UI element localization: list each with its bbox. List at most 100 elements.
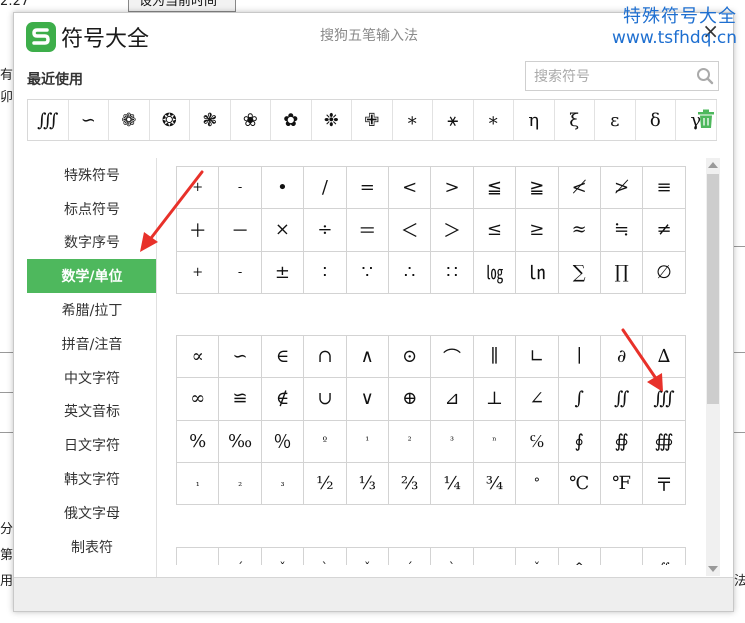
recent-symbol[interactable]: ε (595, 100, 636, 140)
symbol-cell[interactable]: ∝ (177, 336, 220, 379)
symbol-cell[interactable]: ≮ (558, 167, 601, 210)
trash-icon[interactable] (697, 109, 715, 129)
category-item[interactable]: 韩文字符 (27, 462, 157, 496)
recent-symbol[interactable]: ξ (555, 100, 595, 140)
symbol-cell[interactable]: ＜ (388, 209, 432, 252)
symbol-cell[interactable]: ℉ (600, 462, 644, 506)
symbol-cell[interactable]: ˇ (262, 548, 305, 565)
symbol-cell[interactable]: ＋ (177, 209, 220, 252)
symbol-cell[interactable]: ∵ (346, 251, 389, 294)
symbol-cell[interactable]: ∪ (304, 378, 347, 421)
symbol-cell[interactable]: ∠ (516, 378, 559, 421)
symbol-cell[interactable]: ∬ (643, 548, 686, 565)
category-item[interactable]: 数字序号 (27, 226, 157, 260)
symbol-cell[interactable]: ¼ (431, 462, 474, 506)
symbol-cell[interactable]: － (219, 209, 262, 252)
recent-symbol[interactable]: ⚹ (433, 100, 474, 140)
recent-symbol[interactable]: ❀ (231, 100, 271, 140)
symbol-cell[interactable]: ± (261, 251, 305, 294)
symbol-cell[interactable]: ⁿ (473, 420, 517, 463)
symbol-cell[interactable]: • (261, 167, 305, 210)
recent-symbol[interactable]: ∗ (393, 100, 433, 140)
symbol-cell[interactable]: ∰ (643, 420, 686, 463)
symbol-cell[interactable]: ≈ (558, 209, 601, 252)
symbol-cell[interactable]: > (431, 167, 474, 210)
symbol-cell[interactable]: ∷ (431, 251, 474, 294)
symbol-cell[interactable]: ÷ (304, 209, 347, 252)
symbol-cell[interactable]: ≌ (219, 378, 262, 421)
recent-symbol[interactable]: ∽ (69, 100, 109, 140)
symbol-cell[interactable]: ∉ (261, 378, 305, 421)
recent-symbol[interactable]: δ (636, 100, 676, 140)
recent-symbol[interactable]: η (514, 100, 555, 140)
symbol-cell[interactable]: º (304, 420, 347, 463)
symbol-cell[interactable]: ∴ (388, 251, 432, 294)
symbol-cell[interactable]: ㏑ (516, 251, 559, 294)
symbol-cell[interactable]: ∩ (304, 336, 347, 379)
symbol-cell[interactable]: ≯ (600, 167, 644, 210)
symbol-cell[interactable]: / (304, 167, 347, 210)
symbol-cell[interactable]: ∶ (304, 251, 347, 294)
symbol-cell[interactable]: ∮ (558, 420, 601, 463)
symbol-cell[interactable]: ∧ (346, 336, 389, 379)
symbol-cell[interactable]: ⊙ (388, 336, 432, 379)
symbol-cell[interactable]: ≡ (643, 167, 686, 210)
symbol-cell[interactable]: ％ (261, 420, 305, 463)
symbol-cell[interactable]: ∈ (261, 336, 305, 379)
category-item[interactable]: 英文音标 (27, 395, 157, 429)
symbol-cell[interactable]: ⊥ (473, 378, 517, 421)
symbol-cell[interactable]: ∟ (516, 336, 559, 379)
symbol-cell[interactable]: ˊ (219, 548, 262, 565)
symbol-cell[interactable]: ^ (559, 548, 601, 565)
symbol-cell[interactable]: + (177, 251, 220, 294)
symbol-cell[interactable]: ≤ (473, 209, 517, 252)
recent-symbol[interactable]: ❉ (312, 100, 352, 140)
symbol-cell[interactable]: ∥ (473, 336, 517, 379)
symbol-cell[interactable]: ⌒ (431, 336, 474, 379)
symbol-cell[interactable]: ∯ (600, 420, 644, 463)
symbol-cell[interactable]: ℅ (516, 420, 559, 463)
symbol-cell[interactable]: ¾ (473, 462, 517, 506)
symbol-cell[interactable]: ⅓ (346, 462, 389, 506)
symbol-cell[interactable]: ∆ (643, 336, 686, 379)
symbol-cell[interactable]: ˋ (431, 548, 474, 565)
recent-symbol[interactable]: ∭ (28, 100, 69, 140)
symbol-cell[interactable]: ₁ (177, 462, 220, 506)
search-input[interactable] (526, 62, 686, 90)
recent-symbol[interactable]: ∗ (474, 100, 514, 140)
symbol-cell[interactable]: + (177, 167, 220, 210)
symbol-cell[interactable]: - (219, 167, 262, 210)
symbol-cell[interactable]: · (474, 548, 517, 565)
symbol-cell[interactable]: ℃ (558, 462, 601, 506)
symbol-cell[interactable]: < (388, 167, 432, 210)
symbol-cell[interactable]: ³ (431, 420, 474, 463)
symbol-cell[interactable]: ² (388, 420, 432, 463)
scroll-up-icon[interactable] (708, 162, 718, 168)
symbol-cell[interactable]: 〒 (643, 462, 686, 506)
symbol-cell[interactable]: ˊ (389, 548, 432, 565)
category-item[interactable]: 希腊/拉丁 (27, 293, 157, 327)
symbol-cell[interactable]: ˋ (304, 548, 347, 565)
symbol-cell[interactable]: ∑ (558, 251, 601, 294)
symbol-cell[interactable]: ＝ (346, 209, 389, 252)
category-item[interactable]: 数学/单位 (27, 259, 157, 294)
symbol-cell[interactable]: ∣ (558, 336, 601, 379)
recent-symbol[interactable]: ❂ (150, 100, 190, 140)
symbol-cell[interactable]: ⅔ (388, 462, 432, 506)
symbol-cell[interactable]: - (219, 251, 262, 294)
symbol-cell[interactable]: = (346, 167, 389, 210)
symbol-cell[interactable]: ∬ (600, 378, 644, 421)
search-icon[interactable] (696, 67, 714, 85)
symbol-cell[interactable]: ＞ (431, 209, 474, 252)
symbol-cell[interactable]: ∞ (177, 378, 220, 421)
symbol-cell[interactable]: ∭ (643, 378, 686, 421)
symbol-cell[interactable]: ₃ (261, 462, 305, 506)
recent-symbol[interactable]: ❁ (109, 100, 150, 140)
recent-symbol[interactable]: ✙ (352, 100, 393, 140)
symbol-cell[interactable]: ˇ (516, 548, 559, 565)
symbol-cell[interactable]: ≧ (516, 167, 559, 210)
symbol-cell[interactable]: ₂ (219, 462, 262, 506)
symbol-cell[interactable]: ∂ (600, 336, 644, 379)
symbol-cell[interactable]: ‰ (219, 420, 262, 463)
symbol-cell[interactable]: % (177, 420, 220, 463)
